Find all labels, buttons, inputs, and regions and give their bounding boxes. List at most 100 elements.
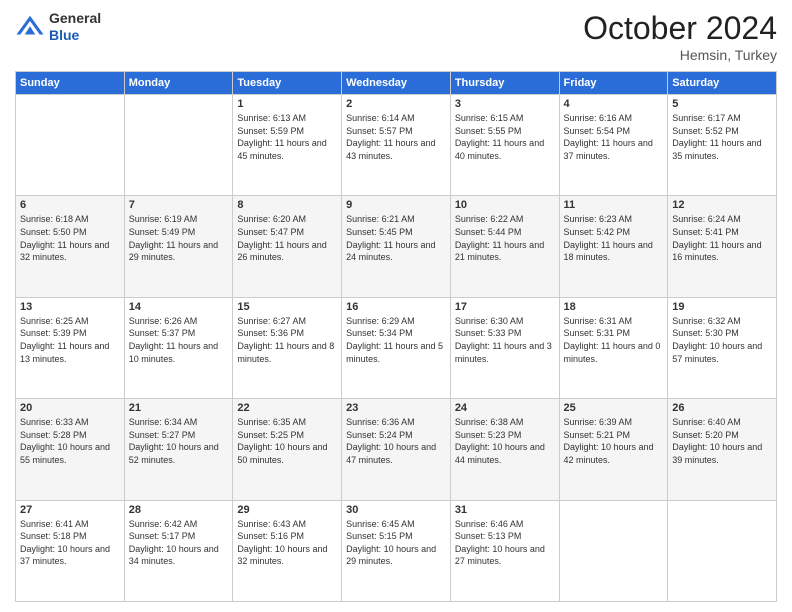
day-info: Sunrise: 6:32 AMSunset: 5:30 PMDaylight:… <box>672 315 772 365</box>
calendar-cell <box>559 500 668 601</box>
header-friday: Friday <box>559 72 668 95</box>
day-number: 28 <box>129 504 229 516</box>
calendar-cell: 2 Sunrise: 6:14 AMSunset: 5:57 PMDaylight… <box>342 95 451 196</box>
calendar-cell: 11 Sunrise: 6:23 AMSunset: 5:42 PMDayligh… <box>559 196 668 297</box>
week-row-3: 20 Sunrise: 6:33 AMSunset: 5:28 PMDayligh… <box>16 399 777 500</box>
day-info: Sunrise: 6:23 AMSunset: 5:42 PMDaylight:… <box>564 213 664 263</box>
day-number: 3 <box>455 98 555 110</box>
calendar-cell: 10 Sunrise: 6:22 AMSunset: 5:44 PMDayligh… <box>450 196 559 297</box>
calendar-cell: 3 Sunrise: 6:15 AMSunset: 5:55 PMDaylight… <box>450 95 559 196</box>
day-info: Sunrise: 6:33 AMSunset: 5:28 PMDaylight:… <box>20 416 120 466</box>
calendar-cell: 23 Sunrise: 6:36 AMSunset: 5:24 PMDayligh… <box>342 399 451 500</box>
logo-icon <box>15 12 45 42</box>
day-number: 14 <box>129 301 229 313</box>
day-info: Sunrise: 6:20 AMSunset: 5:47 PMDaylight:… <box>237 213 337 263</box>
day-info: Sunrise: 6:31 AMSunset: 5:31 PMDaylight:… <box>564 315 664 365</box>
day-number: 15 <box>237 301 337 313</box>
day-number: 24 <box>455 402 555 414</box>
day-number: 22 <box>237 402 337 414</box>
calendar-cell: 20 Sunrise: 6:33 AMSunset: 5:28 PMDayligh… <box>16 399 125 500</box>
calendar-cell: 12Sunrise: 6:24 AMSunset: 5:41 PMDayligh… <box>668 196 777 297</box>
day-number: 23 <box>346 402 446 414</box>
day-number: 26 <box>672 402 772 414</box>
day-number: 13 <box>20 301 120 313</box>
day-number: 4 <box>564 98 664 110</box>
page: General Blue October 2024 Hemsin, Turkey… <box>0 0 792 612</box>
header: General Blue October 2024 Hemsin, Turkey <box>15 10 777 63</box>
day-number: 2 <box>346 98 446 110</box>
calendar-cell: 28 Sunrise: 6:42 AMSunset: 5:17 PMDayligh… <box>124 500 233 601</box>
calendar-cell: 25 Sunrise: 6:39 AMSunset: 5:21 PMDayligh… <box>559 399 668 500</box>
header-thursday: Thursday <box>450 72 559 95</box>
week-row-2: 13 Sunrise: 6:25 AMSunset: 5:39 PMDayligh… <box>16 297 777 398</box>
calendar-cell: 19 Sunrise: 6:32 AMSunset: 5:30 PMDayligh… <box>668 297 777 398</box>
day-info: Sunrise: 6:38 AMSunset: 5:23 PMDaylight:… <box>455 416 555 466</box>
header-sunday: Sunday <box>16 72 125 95</box>
day-number: 19 <box>672 301 772 313</box>
day-info: Sunrise: 6:14 AMSunset: 5:57 PMDaylight:… <box>346 112 446 162</box>
month-title: October 2024 <box>583 10 777 47</box>
calendar-cell: 18Sunrise: 6:31 AMSunset: 5:31 PMDayligh… <box>559 297 668 398</box>
day-info: Sunrise: 6:17 AMSunset: 5:52 PMDaylight:… <box>672 112 772 162</box>
day-number: 8 <box>237 199 337 211</box>
day-info: Sunrise: 6:25 AMSunset: 5:39 PMDaylight:… <box>20 315 120 365</box>
day-info: Sunrise: 6:19 AMSunset: 5:49 PMDaylight:… <box>129 213 229 263</box>
calendar-cell: 27 Sunrise: 6:41 AMSunset: 5:18 PMDayligh… <box>16 500 125 601</box>
day-number: 11 <box>564 199 664 211</box>
calendar-cell: 31Sunrise: 6:46 AMSunset: 5:13 PMDayligh… <box>450 500 559 601</box>
day-info: Sunrise: 6:30 AMSunset: 5:33 PMDaylight:… <box>455 315 555 365</box>
logo: General Blue <box>15 10 101 44</box>
week-row-1: 6Sunrise: 6:18 AMSunset: 5:50 PMDaylight… <box>16 196 777 297</box>
day-number: 5 <box>672 98 772 110</box>
calendar-cell <box>668 500 777 601</box>
calendar-cell: 22 Sunrise: 6:35 AMSunset: 5:25 PMDayligh… <box>233 399 342 500</box>
day-info: Sunrise: 6:24 AMSunset: 5:41 PMDaylight:… <box>672 213 772 263</box>
day-info: Sunrise: 6:15 AMSunset: 5:55 PMDaylight:… <box>455 112 555 162</box>
calendar-cell: 4 Sunrise: 6:16 AMSunset: 5:54 PMDaylight… <box>559 95 668 196</box>
day-info: Sunrise: 6:27 AMSunset: 5:36 PMDaylight:… <box>237 315 337 365</box>
calendar-cell <box>16 95 125 196</box>
day-number: 20 <box>20 402 120 414</box>
day-number: 21 <box>129 402 229 414</box>
header-tuesday: Tuesday <box>233 72 342 95</box>
day-number: 16 <box>346 301 446 313</box>
title-block: October 2024 Hemsin, Turkey <box>583 10 777 63</box>
week-row-4: 27 Sunrise: 6:41 AMSunset: 5:18 PMDayligh… <box>16 500 777 601</box>
day-info: Sunrise: 6:39 AMSunset: 5:21 PMDaylight:… <box>564 416 664 466</box>
calendar-cell: 17 Sunrise: 6:30 AMSunset: 5:33 PMDayligh… <box>450 297 559 398</box>
day-info: Sunrise: 6:41 AMSunset: 5:18 PMDaylight:… <box>20 518 120 568</box>
logo-blue: Blue <box>49 27 101 44</box>
day-info: Sunrise: 6:40 AMSunset: 5:20 PMDaylight:… <box>672 416 772 466</box>
day-info: Sunrise: 6:35 AMSunset: 5:25 PMDaylight:… <box>237 416 337 466</box>
day-number: 25 <box>564 402 664 414</box>
calendar-cell: 21 Sunrise: 6:34 AMSunset: 5:27 PMDayligh… <box>124 399 233 500</box>
day-info: Sunrise: 6:22 AMSunset: 5:44 PMDaylight:… <box>455 213 555 263</box>
day-info: Sunrise: 6:34 AMSunset: 5:27 PMDaylight:… <box>129 416 229 466</box>
calendar-cell: 13 Sunrise: 6:25 AMSunset: 5:39 PMDayligh… <box>16 297 125 398</box>
calendar-cell: 7Sunrise: 6:19 AMSunset: 5:49 PMDaylight… <box>124 196 233 297</box>
day-number: 27 <box>20 504 120 516</box>
day-info: Sunrise: 6:29 AMSunset: 5:34 PMDaylight:… <box>346 315 446 365</box>
day-number: 10 <box>455 199 555 211</box>
calendar-cell: 5 Sunrise: 6:17 AMSunset: 5:52 PMDaylight… <box>668 95 777 196</box>
calendar-cell: 30Sunrise: 6:45 AMSunset: 5:15 PMDayligh… <box>342 500 451 601</box>
day-info: Sunrise: 6:36 AMSunset: 5:24 PMDaylight:… <box>346 416 446 466</box>
day-info: Sunrise: 6:43 AMSunset: 5:16 PMDaylight:… <box>237 518 337 568</box>
header-monday: Monday <box>124 72 233 95</box>
day-number: 31 <box>455 504 555 516</box>
day-number: 17 <box>455 301 555 313</box>
header-wednesday: Wednesday <box>342 72 451 95</box>
calendar-table: Sunday Monday Tuesday Wednesday Thursday… <box>15 71 777 602</box>
day-number: 6 <box>20 199 120 211</box>
day-number: 29 <box>237 504 337 516</box>
calendar-cell: 6Sunrise: 6:18 AMSunset: 5:50 PMDaylight… <box>16 196 125 297</box>
day-info: Sunrise: 6:16 AMSunset: 5:54 PMDaylight:… <box>564 112 664 162</box>
day-info: Sunrise: 6:42 AMSunset: 5:17 PMDaylight:… <box>129 518 229 568</box>
calendar-cell: 15 Sunrise: 6:27 AMSunset: 5:36 PMDayligh… <box>233 297 342 398</box>
week-row-0: 1Sunrise: 6:13 AMSunset: 5:59 PMDaylight… <box>16 95 777 196</box>
day-number: 30 <box>346 504 446 516</box>
location-subtitle: Hemsin, Turkey <box>583 47 777 63</box>
calendar-cell: 29 Sunrise: 6:43 AMSunset: 5:16 PMDayligh… <box>233 500 342 601</box>
day-info: Sunrise: 6:13 AMSunset: 5:59 PMDaylight:… <box>237 112 337 162</box>
calendar-cell: 16 Sunrise: 6:29 AMSunset: 5:34 PMDayligh… <box>342 297 451 398</box>
